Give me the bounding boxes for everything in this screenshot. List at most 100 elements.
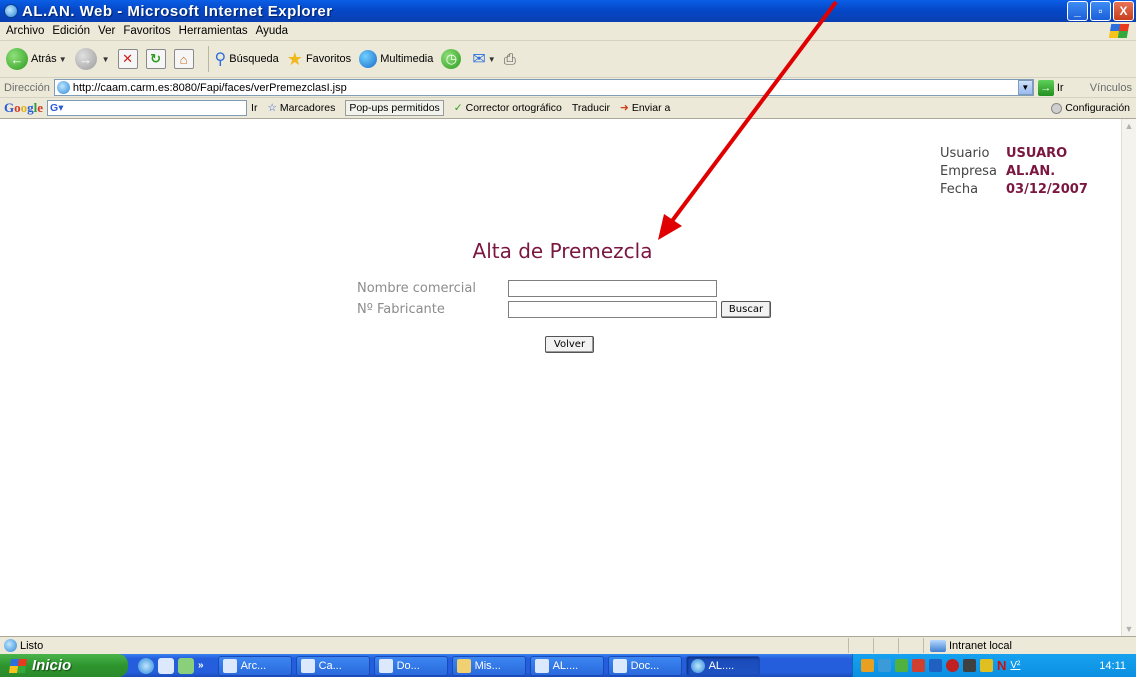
favorites-button[interactable]: ★ Favoritos <box>287 49 351 70</box>
taskbar-item[interactable]: Do... <box>373 655 448 676</box>
multimedia-label: Multimedia <box>380 53 434 65</box>
forward-button[interactable]: → ▼ <box>74 48 110 70</box>
send-to-button[interactable]: ➜ Enviar a <box>620 102 670 114</box>
spellcheck-button[interactable]: ✓ Corrector ortográfico <box>454 102 562 114</box>
tray-icon[interactable] <box>895 659 908 672</box>
links-button[interactable]: Vínculos <box>1090 82 1132 94</box>
back-arrow-icon: ← <box>6 48 28 70</box>
google-logo: Google <box>4 100 44 115</box>
menu-herramientas[interactable]: Herramientas <box>179 25 248 37</box>
refresh-button[interactable]: ↻ <box>145 49 166 69</box>
tray-icon[interactable] <box>878 659 891 672</box>
taskbar-item[interactable]: Ca... <box>295 655 370 676</box>
go-button[interactable]: → Ir <box>1037 79 1064 96</box>
stop-button[interactable]: ✕ <box>117 49 138 69</box>
status-divider <box>923 638 924 653</box>
menu-favoritos[interactable]: Favoritos <box>123 25 170 37</box>
ie-quick-icon[interactable] <box>138 657 154 674</box>
windows-logo-icon <box>9 658 27 673</box>
refresh-icon: ↻ <box>145 49 166 69</box>
spellcheck-label: Corrector ortográfico <box>465 102 562 114</box>
page-title: Alta de Premezcla <box>0 239 1121 263</box>
task-label: Ca... <box>318 659 342 672</box>
search-icon: ⚲ <box>214 51 227 68</box>
address-input[interactable]: http://caam.carm.es:8080/Fapi/faces/verP… <box>53 79 1034 96</box>
tray-icon[interactable] <box>861 659 874 672</box>
history-button[interactable]: ◷ <box>441 49 464 69</box>
taskbar-item[interactable]: Mis... <box>451 655 526 676</box>
back-button[interactable]: Volver <box>545 336 594 353</box>
task-list: Arc... Ca... Do... Mis... AL.... Doc... … <box>217 655 760 676</box>
close-button[interactable]: X <box>1113 1 1134 21</box>
google-search-input[interactable]: G▾ <box>47 100 248 116</box>
user-label: Usuario <box>940 146 990 161</box>
back-button[interactable]: ← Atrás ▼ <box>6 48 67 70</box>
home-icon: ⌂ <box>173 49 194 69</box>
forward-arrow-icon: → <box>74 48 97 70</box>
home-button[interactable]: ⌂ <box>173 49 194 69</box>
menu-edicion[interactable]: Edición <box>52 25 90 37</box>
task-icon <box>300 658 315 673</box>
search-button[interactable]: Buscar <box>721 301 771 318</box>
chevron-down-icon[interactable]: ▼ <box>1017 80 1033 95</box>
task-label: AL.... <box>552 659 579 672</box>
company-label: Empresa <box>940 164 997 179</box>
minimize-button[interactable]: _ <box>1067 1 1088 21</box>
popups-button[interactable]: Pop-ups permitidos <box>345 100 444 116</box>
back-label: Atrás <box>31 53 57 65</box>
date-value: 03/12/2007 <box>1006 182 1088 197</box>
settings-button[interactable]: Configuración <box>1051 102 1130 114</box>
settings-icon <box>1051 102 1063 114</box>
search-button[interactable]: ⚲ Búsqueda <box>215 49 279 69</box>
start-button[interactable]: Inicio <box>0 654 128 677</box>
chevron-right-icon[interactable]: » <box>198 660 204 671</box>
menu-ayuda[interactable]: Ayuda <box>256 25 288 37</box>
tray-icon[interactable] <box>929 659 942 672</box>
security-zone-label: Intranet local <box>949 639 1012 652</box>
tray-icon[interactable] <box>912 659 925 672</box>
start-label: Inicio <box>32 657 72 674</box>
taskbar-item-active[interactable]: AL.... <box>685 655 760 676</box>
keyboard-icon[interactable]: V² <box>1010 660 1020 671</box>
page-icon <box>4 639 17 652</box>
print-button[interactable]: ⎙ <box>504 51 516 68</box>
spellcheck-icon: ✓ <box>453 102 463 114</box>
mail-button[interactable]: ✉ ▼ <box>472 49 495 69</box>
tray-icon[interactable] <box>980 659 993 672</box>
user-info-panel: Usuario USUARO Empresa AL.AN. Fecha 03/12/2… <box>940 145 1088 199</box>
taskbar-item[interactable]: AL.... <box>529 655 604 676</box>
go-label: Ir <box>1056 81 1064 94</box>
menu-archivo[interactable]: Archivo <box>6 25 44 37</box>
task-icon <box>534 658 549 673</box>
task-label: Do... <box>396 659 420 672</box>
task-label: AL.... <box>708 659 735 672</box>
scroll-up-icon[interactable]: ▲ <box>1122 119 1136 133</box>
multimedia-icon <box>359 50 378 68</box>
commercial-name-input[interactable] <box>508 280 717 297</box>
send-label: Enviar a <box>631 102 671 114</box>
menu-ver[interactable]: Ver <box>98 25 115 37</box>
address-label: Dirección <box>4 81 50 94</box>
ie-icon <box>4 4 18 18</box>
window-title-bar[interactable]: AL.AN. Web - Microsoft Internet Explorer… <box>0 0 1136 22</box>
maximize-button[interactable]: ▫ <box>1090 1 1111 21</box>
tray-icon[interactable] <box>946 659 959 672</box>
chevron-down-icon: ▼ <box>101 54 110 64</box>
desktop-quick-icon[interactable] <box>158 657 174 674</box>
vertical-scrollbar[interactable]: ▲ ▼ <box>1121 119 1136 636</box>
google-go-label: Ir <box>251 102 258 114</box>
n-icon[interactable]: N <box>997 658 1006 673</box>
taskbar-item[interactable]: Doc... <box>607 655 682 676</box>
manufacturer-label: Nº Fabricante <box>357 302 445 317</box>
taskbar-item[interactable]: Arc... <box>217 655 292 676</box>
chevron-down-icon: ▼ <box>58 54 67 64</box>
scroll-down-icon[interactable]: ▼ <box>1122 622 1136 636</box>
multimedia-button[interactable]: Multimedia <box>359 50 433 68</box>
manufacturer-input[interactable] <box>508 301 717 318</box>
tray-icon[interactable] <box>963 659 976 672</box>
app-quick-icon[interactable] <box>178 657 194 674</box>
bookmarks-button[interactable]: ☆ Marcadores <box>267 102 335 114</box>
google-go-button[interactable]: Ir <box>251 102 257 114</box>
history-icon: ◷ <box>441 49 462 69</box>
translate-button[interactable]: Traducir <box>572 102 610 114</box>
